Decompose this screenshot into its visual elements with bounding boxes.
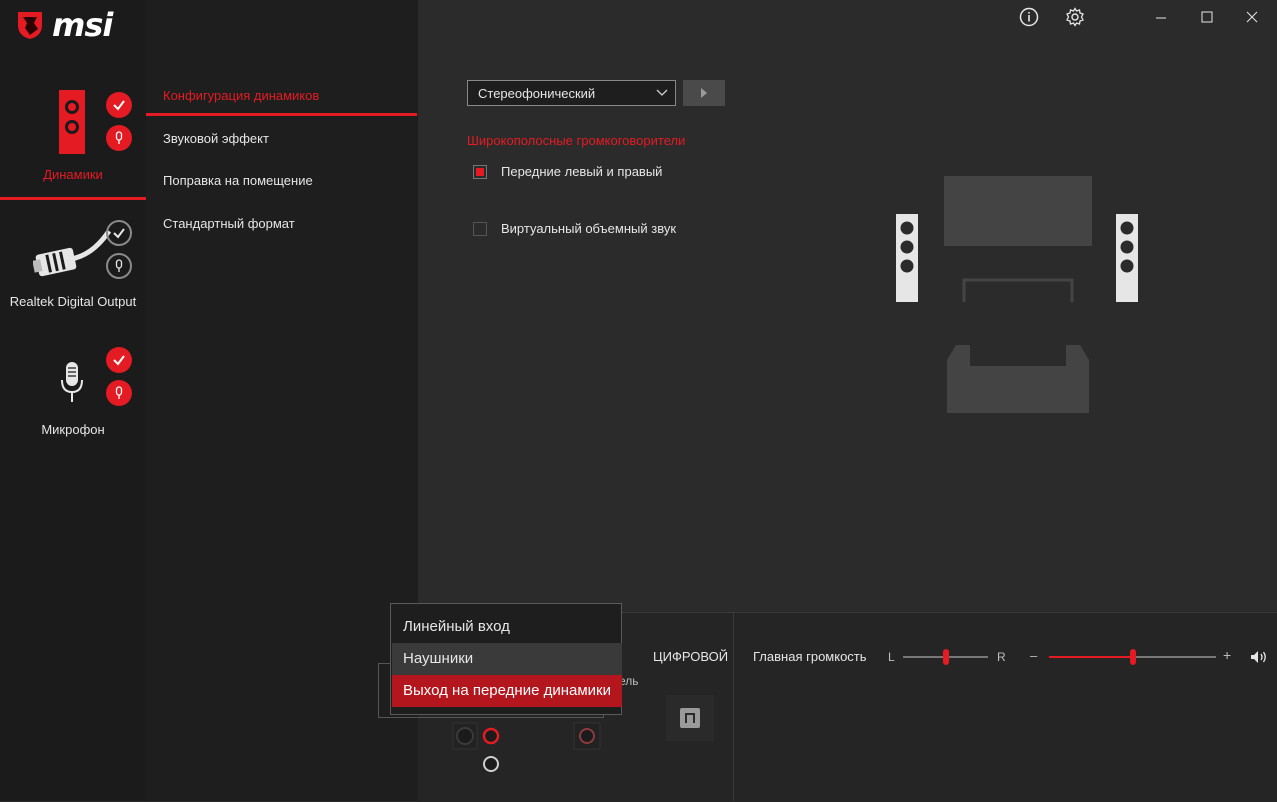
volume-slider-fill [1049, 656, 1133, 658]
brand-logo: msi [0, 0, 146, 50]
chevron-down-icon [656, 89, 668, 96]
info-icon[interactable] [1019, 7, 1039, 27]
play-test-button[interactable] [683, 80, 725, 106]
device-label: Realtek Digital Output [9, 294, 137, 309]
digital-port-tile[interactable] [666, 695, 714, 741]
set-default-check-icon[interactable] [106, 220, 132, 246]
volume-slider[interactable] [1049, 649, 1216, 665]
logo-text: msi [52, 6, 113, 44]
volume-slider-thumb[interactable] [1129, 649, 1136, 665]
device-label: Микрофон [41, 422, 105, 437]
default-comm-mic-icon[interactable] [106, 380, 132, 406]
front-speakers-label: Передние левый и правый [501, 164, 663, 179]
menu-item-front-speakers[interactable]: Выход на передние динамики [392, 675, 622, 707]
digital-label: ЦИФРОВОЙ [653, 649, 729, 664]
active-device-indicator [0, 197, 146, 200]
device-microphone[interactable]: Микрофон [0, 340, 146, 440]
submenu-active-indicator [146, 113, 417, 116]
front-audio-jacks[interactable] [452, 722, 504, 778]
submenu-speaker-config[interactable]: Конфигурация динамиков [163, 88, 319, 103]
device-speakers[interactable]: Динамики [0, 80, 146, 195]
balance-left-label: L [888, 650, 895, 664]
microphone-icon [61, 362, 83, 402]
select-value: Стереофонический [478, 86, 596, 101]
submenu-sound-effect[interactable]: Звуковой эффект [163, 131, 269, 146]
balance-slider[interactable] [903, 649, 988, 665]
speaker-icon [59, 90, 85, 154]
menu-item-line-in[interactable]: Линейный вход [392, 611, 622, 643]
rear-audio-jack[interactable] [573, 722, 601, 750]
speaker-layout-illustration [896, 176, 1138, 413]
optical-cable-icon [33, 229, 112, 277]
balance-right-label: R [997, 650, 1006, 664]
maximize-icon[interactable] [1201, 11, 1213, 23]
virtual-surround-label: Виртуальный объемный звук [501, 221, 677, 236]
bottom-divider [733, 612, 734, 801]
front-speakers-checkbox[interactable] [473, 165, 487, 179]
master-volume-label: Главная громкость [753, 649, 867, 664]
default-device-check-icon[interactable] [106, 92, 132, 118]
speaker-volume-icon[interactable] [1250, 650, 1268, 664]
default-device-check-icon[interactable] [106, 347, 132, 373]
device-label: Динамики [43, 167, 103, 182]
volume-plus[interactable]: + [1223, 647, 1231, 663]
submenu-room-correction[interactable]: Поправка на помещение [163, 173, 313, 188]
virtual-surround-checkbox[interactable] [473, 222, 487, 236]
set-comm-mic-icon[interactable] [106, 253, 132, 279]
speaker-config-select[interactable]: Стереофонический [467, 80, 676, 106]
optical-port-icon [680, 708, 700, 728]
device-digital-output[interactable]: Realtek Digital Output [0, 215, 146, 315]
minimize-icon[interactable] [1155, 12, 1167, 24]
default-comm-mic-icon[interactable] [106, 125, 132, 151]
gear-icon[interactable] [1065, 7, 1085, 27]
section-title: Широкополосные громкоговорители [467, 133, 686, 148]
menu-item-headphones[interactable]: Наушники [392, 643, 622, 675]
play-icon [701, 88, 707, 98]
dragon-shield-icon [18, 12, 42, 39]
close-icon[interactable] [1246, 11, 1258, 23]
submenu-default-format[interactable]: Стандартный формат [163, 216, 295, 231]
balance-slider-thumb[interactable] [942, 649, 949, 665]
volume-minus[interactable]: – [1030, 648, 1037, 663]
